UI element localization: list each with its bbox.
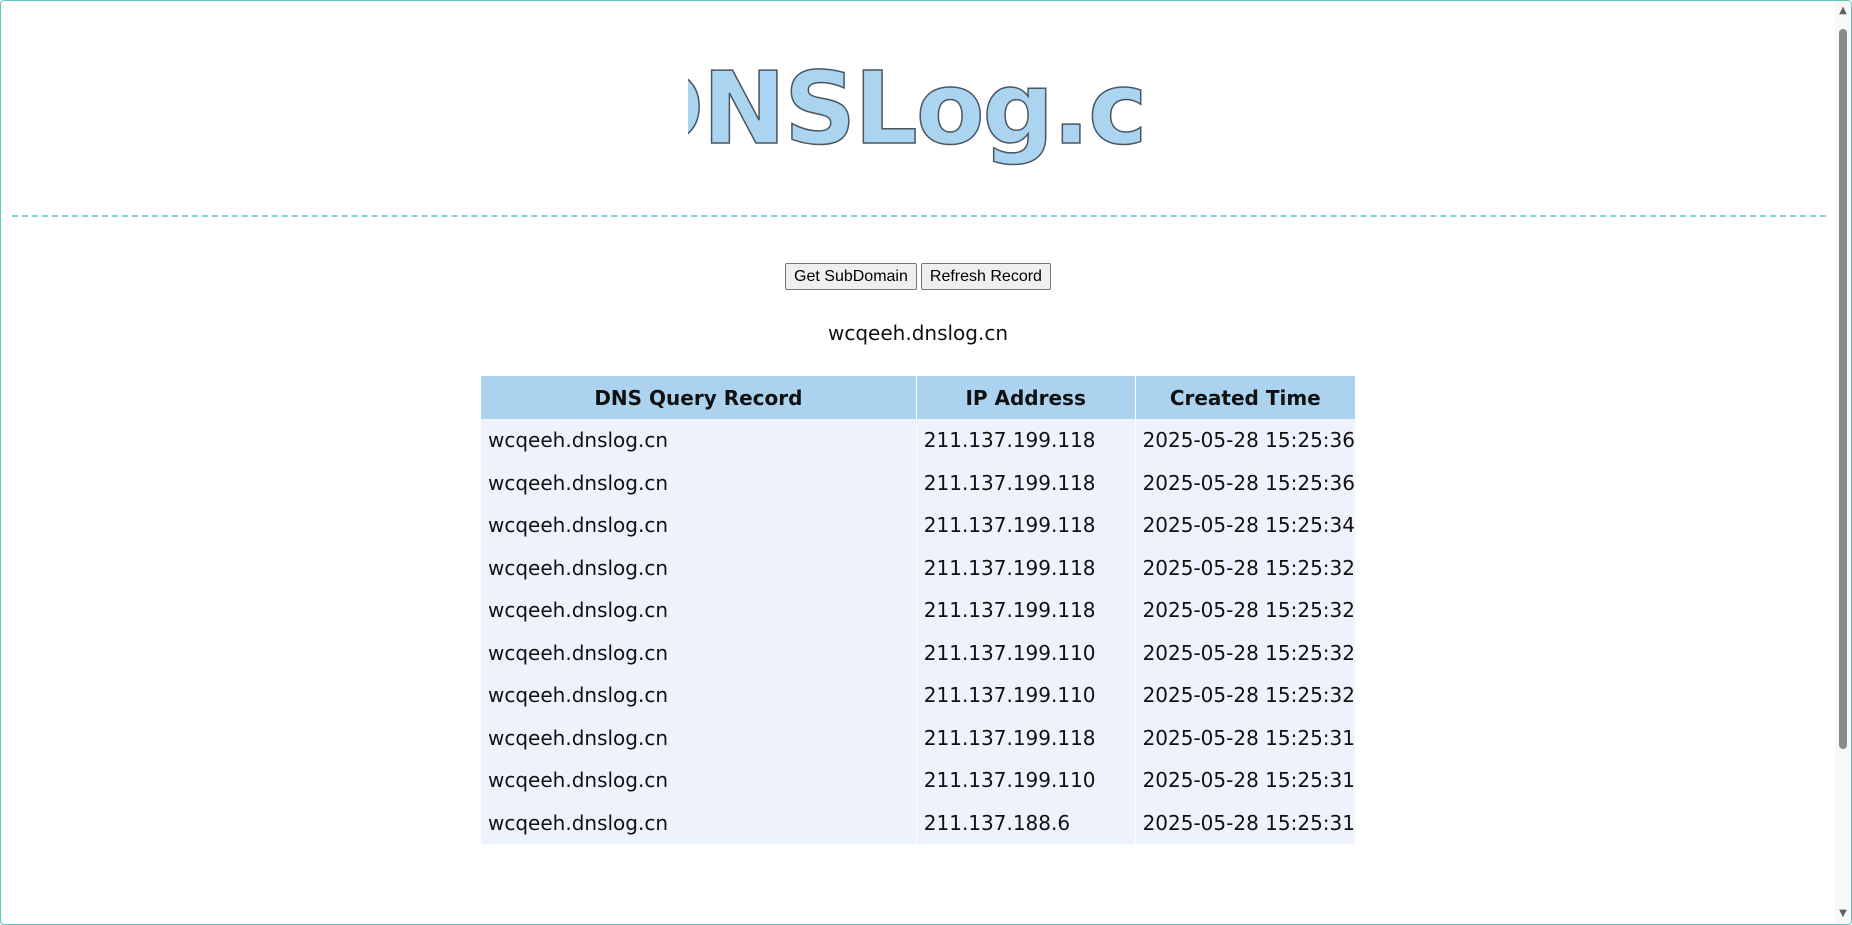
record-domain: wcqeeh.dnslog.cn xyxy=(481,589,917,632)
record-time: 2025-05-28 15:25:32 xyxy=(1134,674,1355,717)
table-header-row: DNS Query Record IP Address Created Time xyxy=(481,376,1355,419)
record-domain: wcqeeh.dnslog.cn xyxy=(481,419,917,462)
record-ip: 211.137.199.118 xyxy=(915,589,1136,632)
record-time: 2025-05-28 15:25:36 xyxy=(1134,419,1355,462)
header-dns-query-record: DNS Query Record xyxy=(481,376,917,419)
record-domain: wcqeeh.dnslog.cn xyxy=(481,546,917,589)
scroll-down-arrow-icon[interactable]: ▼ xyxy=(1835,906,1851,922)
dnslog-logo-image: DNSLog.cn xyxy=(688,51,1148,168)
record-ip: 211.137.199.118 xyxy=(915,419,1136,462)
record-ip: 211.137.199.118 xyxy=(915,504,1136,547)
record-time: 2025-05-28 15:25:31 xyxy=(1134,759,1355,802)
browser-frame: DNSLog.cn Get SubDomain Refresh Record w… xyxy=(0,0,1852,925)
record-domain: wcqeeh.dnslog.cn xyxy=(481,631,917,674)
scroll-up-arrow-icon[interactable]: ▲ xyxy=(1835,3,1851,19)
record-time: 2025-05-28 15:25:31 xyxy=(1134,716,1355,759)
record-domain: wcqeeh.dnslog.cn xyxy=(481,674,917,717)
record-ip: 211.137.199.118 xyxy=(915,461,1136,504)
record-time: 2025-05-28 15:25:34 xyxy=(1134,504,1355,547)
table-row: wcqeeh.dnslog.cn 211.137.199.110 2025-05… xyxy=(481,759,1355,802)
record-time: 2025-05-28 15:25:32 xyxy=(1134,589,1355,632)
header-created-time: Created Time xyxy=(1134,376,1355,419)
vertical-scrollbar[interactable]: ▲ ▼ xyxy=(1835,1,1851,924)
record-ip: 211.137.199.110 xyxy=(915,674,1136,717)
record-time: 2025-05-28 15:25:32 xyxy=(1134,631,1355,674)
record-ip: 211.137.199.118 xyxy=(915,546,1136,589)
get-subdomain-button[interactable]: Get SubDomain xyxy=(785,263,917,290)
table-row: wcqeeh.dnslog.cn 211.137.199.118 2025-05… xyxy=(481,419,1355,462)
record-domain: wcqeeh.dnslog.cn xyxy=(481,759,917,802)
page-content: DNSLog.cn Get SubDomain Refresh Record w… xyxy=(1,1,1835,924)
record-domain: wcqeeh.dnslog.cn xyxy=(481,504,917,547)
record-domain: wcqeeh.dnslog.cn xyxy=(481,801,917,844)
record-time: 2025-05-28 15:25:36 xyxy=(1134,461,1355,504)
record-domain: wcqeeh.dnslog.cn xyxy=(481,461,917,504)
site-logo: DNSLog.cn xyxy=(1,51,1835,171)
table-row: wcqeeh.dnslog.cn 211.137.199.118 2025-05… xyxy=(481,461,1355,504)
table-row: wcqeeh.dnslog.cn 211.137.199.118 2025-05… xyxy=(481,716,1355,759)
scrollbar-thumb[interactable] xyxy=(1839,29,1847,749)
table-row: wcqeeh.dnslog.cn 211.137.199.118 2025-05… xyxy=(481,504,1355,547)
record-ip: 211.137.199.118 xyxy=(915,716,1136,759)
record-ip: 211.137.188.6 xyxy=(915,801,1136,844)
record-time: 2025-05-28 15:25:32 xyxy=(1134,546,1355,589)
logo-text: DNSLog.cn xyxy=(688,51,1148,167)
record-ip: 211.137.199.110 xyxy=(915,631,1136,674)
record-ip: 211.137.199.110 xyxy=(915,759,1136,802)
action-buttons: Get SubDomain Refresh Record xyxy=(1,263,1835,290)
table-row: wcqeeh.dnslog.cn 211.137.188.6 2025-05-2… xyxy=(481,801,1355,844)
record-time: 2025-05-28 15:25:31 xyxy=(1134,801,1355,844)
dns-records-table: DNS Query Record IP Address Created Time… xyxy=(481,376,1355,844)
refresh-record-button[interactable]: Refresh Record xyxy=(920,263,1051,290)
table-row: wcqeeh.dnslog.cn 211.137.199.110 2025-05… xyxy=(481,674,1355,717)
current-subdomain: wcqeeh.dnslog.cn xyxy=(828,321,1008,345)
table-row: wcqeeh.dnslog.cn 211.137.199.118 2025-05… xyxy=(481,546,1355,589)
header-ip-address: IP Address xyxy=(915,376,1136,419)
table-row: wcqeeh.dnslog.cn 211.137.199.110 2025-05… xyxy=(481,631,1355,674)
record-domain: wcqeeh.dnslog.cn xyxy=(481,716,917,759)
table-row: wcqeeh.dnslog.cn 211.137.199.118 2025-05… xyxy=(481,589,1355,632)
dashed-divider xyxy=(12,215,1826,217)
